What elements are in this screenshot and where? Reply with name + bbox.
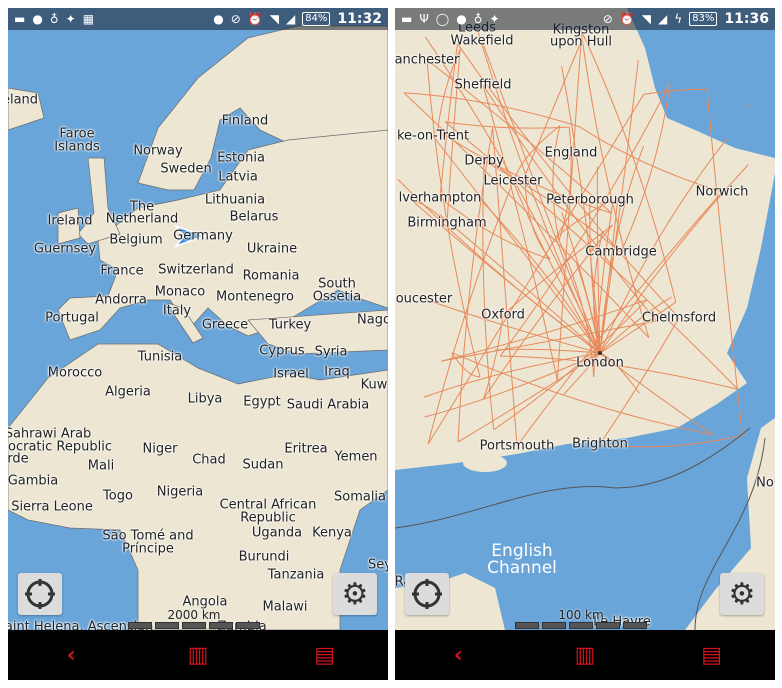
left-phone-screen: elandFaroeIslandsFinlandNorwayEstoniaSwe… bbox=[8, 8, 388, 680]
wifi-icon: ◥ bbox=[641, 12, 652, 26]
messenger-icon: ● bbox=[456, 12, 467, 26]
battery-level: 84% bbox=[302, 12, 331, 26]
chat-icon: ▬ bbox=[401, 12, 413, 26]
settings-button[interactable]: ⚙ bbox=[720, 573, 764, 615]
back-button[interactable]: ‹ bbox=[438, 643, 478, 668]
city-icon-button[interactable]: ▥ bbox=[565, 643, 605, 668]
signal-icon: ◢ bbox=[285, 12, 296, 26]
england-map[interactable] bbox=[395, 8, 775, 630]
status-bar: ▬ Ψ ◯ ● ♁ ✦ ⊘ ⏰ ◥ ◢ ϟ 83% 11:36 bbox=[395, 8, 775, 30]
bottom-nav: ‹ ▥ ▤ bbox=[395, 630, 775, 680]
clock: 11:32 bbox=[337, 11, 382, 27]
scale-bar: 100 km bbox=[515, 608, 647, 629]
charging-icon: ϟ bbox=[674, 12, 683, 26]
settings-button[interactable]: ⚙ bbox=[333, 573, 377, 615]
alarm-icon: ⏰ bbox=[619, 12, 635, 26]
do-not-disturb-icon: ⊘ bbox=[230, 12, 241, 26]
crosshair-icon bbox=[25, 579, 55, 609]
world-map[interactable] bbox=[8, 8, 388, 630]
do-not-disturb-icon: ⊘ bbox=[602, 12, 613, 26]
crosshair-icon bbox=[412, 579, 442, 609]
scale-label: 2000 km bbox=[167, 608, 221, 622]
city-icon-button[interactable]: ▥ bbox=[178, 643, 218, 668]
bulb-icon: ♁ bbox=[473, 12, 483, 26]
locate-button[interactable] bbox=[18, 573, 62, 615]
battery-level: 83% bbox=[689, 12, 718, 26]
status-bar: ▬ ● ♁ ✦ ▦ ● ⊘ ⏰ ◥ ◢ 84% 11:32 bbox=[8, 8, 388, 30]
signal-icon: ◢ bbox=[658, 12, 668, 26]
locate-button[interactable] bbox=[405, 573, 449, 615]
location-icon: ● bbox=[213, 12, 224, 26]
right-phone-screen: LeedsKingstonupon HullWakefieldanchester… bbox=[395, 8, 775, 680]
usb-icon: Ψ bbox=[419, 12, 429, 26]
wifi-icon: ◥ bbox=[269, 12, 279, 26]
layers-button[interactable]: ▤ bbox=[305, 643, 345, 668]
alarm-icon: ⏰ bbox=[247, 12, 263, 26]
chat-icon: ▬ bbox=[14, 12, 26, 26]
twitter-icon: ✦ bbox=[489, 12, 500, 26]
messenger-icon: ● bbox=[32, 12, 43, 26]
bottom-nav: ‹ ▥ ▤ bbox=[8, 630, 388, 680]
layers-button[interactable]: ▤ bbox=[692, 643, 732, 668]
scale-bar: 2000 km bbox=[128, 608, 260, 629]
whatsapp-icon: ◯ bbox=[435, 12, 450, 26]
gear-icon: ⚙ bbox=[728, 576, 756, 612]
map-icon: ▦ bbox=[82, 12, 95, 26]
scale-label: 100 km bbox=[558, 608, 604, 622]
clock: 11:36 bbox=[724, 11, 769, 27]
gear-icon: ⚙ bbox=[341, 576, 369, 612]
back-button[interactable]: ‹ bbox=[51, 643, 91, 668]
bulb-icon: ♁ bbox=[49, 12, 59, 26]
twitter-icon: ✦ bbox=[65, 12, 76, 26]
